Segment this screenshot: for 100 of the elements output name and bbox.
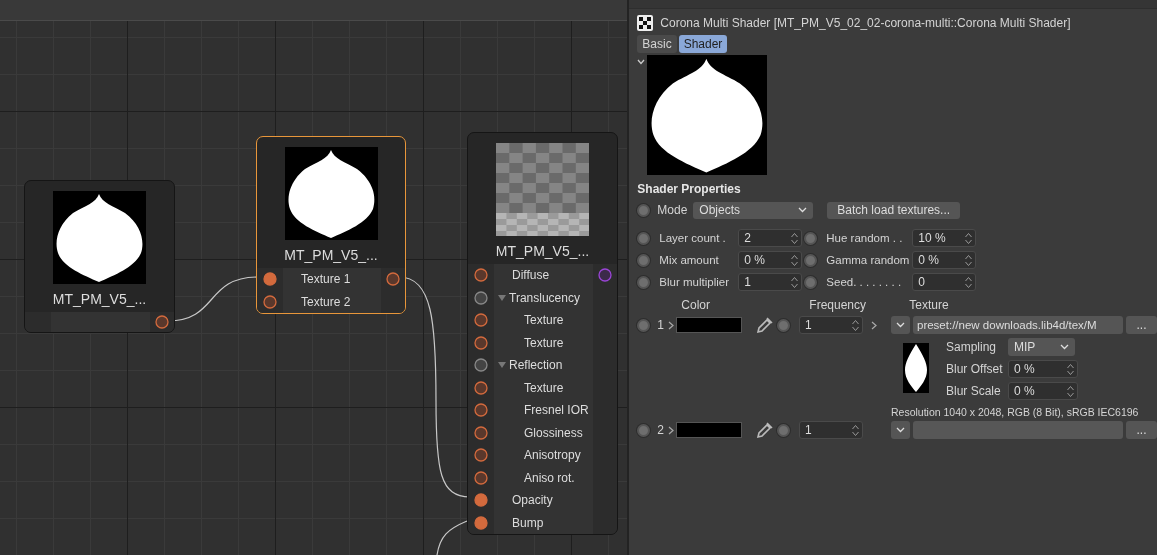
tab[interactable]: Basic — [637, 35, 677, 53]
field-label: Blur Offset — [946, 362, 1004, 376]
keyframe-button[interactable] — [637, 203, 651, 217]
spinner-arrows-icon[interactable] — [852, 318, 859, 332]
input-port[interactable] — [474, 493, 488, 508]
port-label: Texture — [524, 313, 564, 328]
output-port[interactable] — [386, 272, 400, 287]
keyframe-button[interactable] — [777, 423, 790, 437]
spinner-arrows-icon[interactable] — [791, 275, 799, 289]
number-field[interactable]: 0 — [912, 273, 977, 291]
batch-load-button[interactable]: Batch load textures... — [827, 201, 961, 219]
input-port[interactable] — [474, 470, 488, 485]
chevron-icon[interactable] — [871, 320, 877, 330]
port-label: Reflection — [509, 358, 563, 373]
input-port[interactable] — [474, 335, 488, 350]
keyframe-button[interactable] — [637, 275, 651, 289]
keyframe-button[interactable] — [637, 231, 651, 245]
input-port[interactable] — [263, 294, 277, 309]
keyframe-button[interactable] — [637, 423, 651, 437]
port-label: Anisotropy — [524, 448, 581, 463]
texture-options-dropdown[interactable] — [891, 421, 910, 439]
port-label: Texture 2 — [301, 294, 351, 309]
color-swatch[interactable] — [676, 317, 742, 333]
port-label: Diffuse — [512, 268, 550, 283]
spinner-arrows-icon[interactable] — [791, 231, 799, 245]
port-label: Opacity — [512, 493, 553, 508]
sampling-dropdown[interactable]: MIP — [1008, 338, 1075, 356]
input-port[interactable] — [474, 358, 488, 373]
spinner-arrows-icon[interactable] — [852, 423, 859, 437]
field-label: Blur Scale — [946, 384, 1002, 398]
number-field[interactable]: 1 — [799, 316, 863, 334]
keyframe-button[interactable] — [637, 318, 651, 332]
chevron-icon[interactable] — [668, 320, 674, 330]
eyedropper-icon[interactable] — [756, 316, 774, 334]
spinner-arrows-icon[interactable] — [1067, 362, 1074, 376]
spinner-arrows-icon[interactable] — [1067, 384, 1074, 398]
caret-icon — [896, 427, 905, 433]
input-port[interactable] — [474, 380, 488, 395]
input-port[interactable] — [474, 425, 488, 440]
checker-shader-icon — [637, 15, 654, 31]
field-label: Seed. . . . . . . . — [825, 276, 902, 288]
collapse-chevron-icon[interactable] — [637, 59, 646, 65]
node-title: MT_PM_V5_... — [495, 243, 590, 259]
resolution-info: Resolution 1040 x 2048, RGB (8 Bit), sRGB IEC6196 — [891, 406, 1139, 419]
output-port[interactable] — [155, 315, 169, 329]
field-label: Layer count . — [658, 232, 726, 244]
input-port[interactable] — [474, 403, 488, 418]
shader-node[interactable]: MT_PM_V5_... Texture 1 Texture 2 — [256, 136, 406, 314]
input-port[interactable] — [474, 268, 488, 283]
port-label: Bump — [512, 515, 544, 530]
mode-dropdown[interactable]: Objects — [693, 201, 814, 219]
browse-button[interactable]: ... — [1126, 316, 1157, 334]
input-port[interactable] — [474, 290, 488, 305]
number-field[interactable]: 0 % — [1008, 382, 1078, 400]
spinner-arrows-icon[interactable] — [965, 275, 973, 289]
eyedropper-icon[interactable] — [756, 421, 774, 439]
browse-button[interactable]: ... — [1126, 421, 1157, 439]
keyframe-button[interactable] — [804, 275, 818, 289]
port-label: Translucency — [509, 290, 580, 305]
texture-options-dropdown[interactable] — [891, 316, 910, 334]
keyframe-button[interactable] — [804, 253, 818, 267]
node-canvas[interactable]: MT_PM_V5_... MT_PM_V5_... Texture 1 Texture 2 MT_PM_V5_... Diffuse Translucency Texture Texture Reflection Texture Fresnel IOR Glossiness Anisotropy Aniso rot. Opacity Bump — [0, 21, 628, 555]
texture-path-field[interactable]: preset://new downloads.lib4d/tex/M — [913, 316, 1123, 334]
collapse-triangle-icon[interactable] — [498, 294, 506, 301]
field-label: Gamma random — [825, 254, 910, 266]
spinner-arrows-icon[interactable] — [965, 231, 973, 245]
output-port[interactable] — [598, 268, 612, 283]
number-field[interactable]: 10 % — [912, 229, 977, 247]
spinner-arrows-icon[interactable] — [965, 253, 973, 267]
node-title: MT_PM_V5_... — [284, 247, 378, 263]
texture-path-field[interactable] — [913, 421, 1123, 439]
shader-node[interactable]: MT_PM_V5_... Diffuse Translucency Texture Texture Reflection Texture Fresnel IOR Glossiness Anisotropy Aniso rot. Opacity Bump — [467, 132, 618, 535]
number-field[interactable]: 2 — [738, 229, 803, 247]
column-header: Frequency — [809, 298, 867, 312]
input-port[interactable] — [474, 515, 488, 530]
keyframe-button[interactable] — [777, 318, 790, 332]
layer-index: 2 — [657, 423, 664, 437]
number-field[interactable]: 0 % — [1008, 360, 1078, 378]
input-port[interactable] — [474, 448, 488, 463]
keyframe-button[interactable] — [804, 231, 818, 245]
column-header: Texture — [909, 298, 950, 312]
caret-icon — [1060, 344, 1069, 350]
collapse-triangle-icon[interactable] — [498, 362, 506, 369]
shader-node[interactable]: MT_PM_V5_... — [24, 180, 175, 333]
port-label: Aniso rot. — [524, 470, 575, 485]
color-swatch[interactable] — [676, 422, 742, 438]
number-field[interactable]: 1 — [799, 421, 863, 439]
field-label: Hue random . . — [825, 232, 903, 244]
field-label: Mode — [657, 203, 688, 217]
chevron-icon[interactable] — [668, 425, 674, 435]
keyframe-button[interactable] — [637, 253, 651, 267]
layer-index: 1 — [657, 318, 664, 332]
input-port[interactable] — [474, 313, 488, 328]
tab[interactable]: Shader — [678, 35, 728, 53]
spinner-arrows-icon[interactable] — [791, 253, 799, 267]
number-field[interactable]: 0 % — [912, 251, 977, 269]
input-port[interactable] — [263, 272, 277, 287]
number-field[interactable]: 1 — [738, 273, 803, 291]
number-field[interactable]: 0 % — [738, 251, 803, 269]
caret-icon — [896, 322, 905, 328]
